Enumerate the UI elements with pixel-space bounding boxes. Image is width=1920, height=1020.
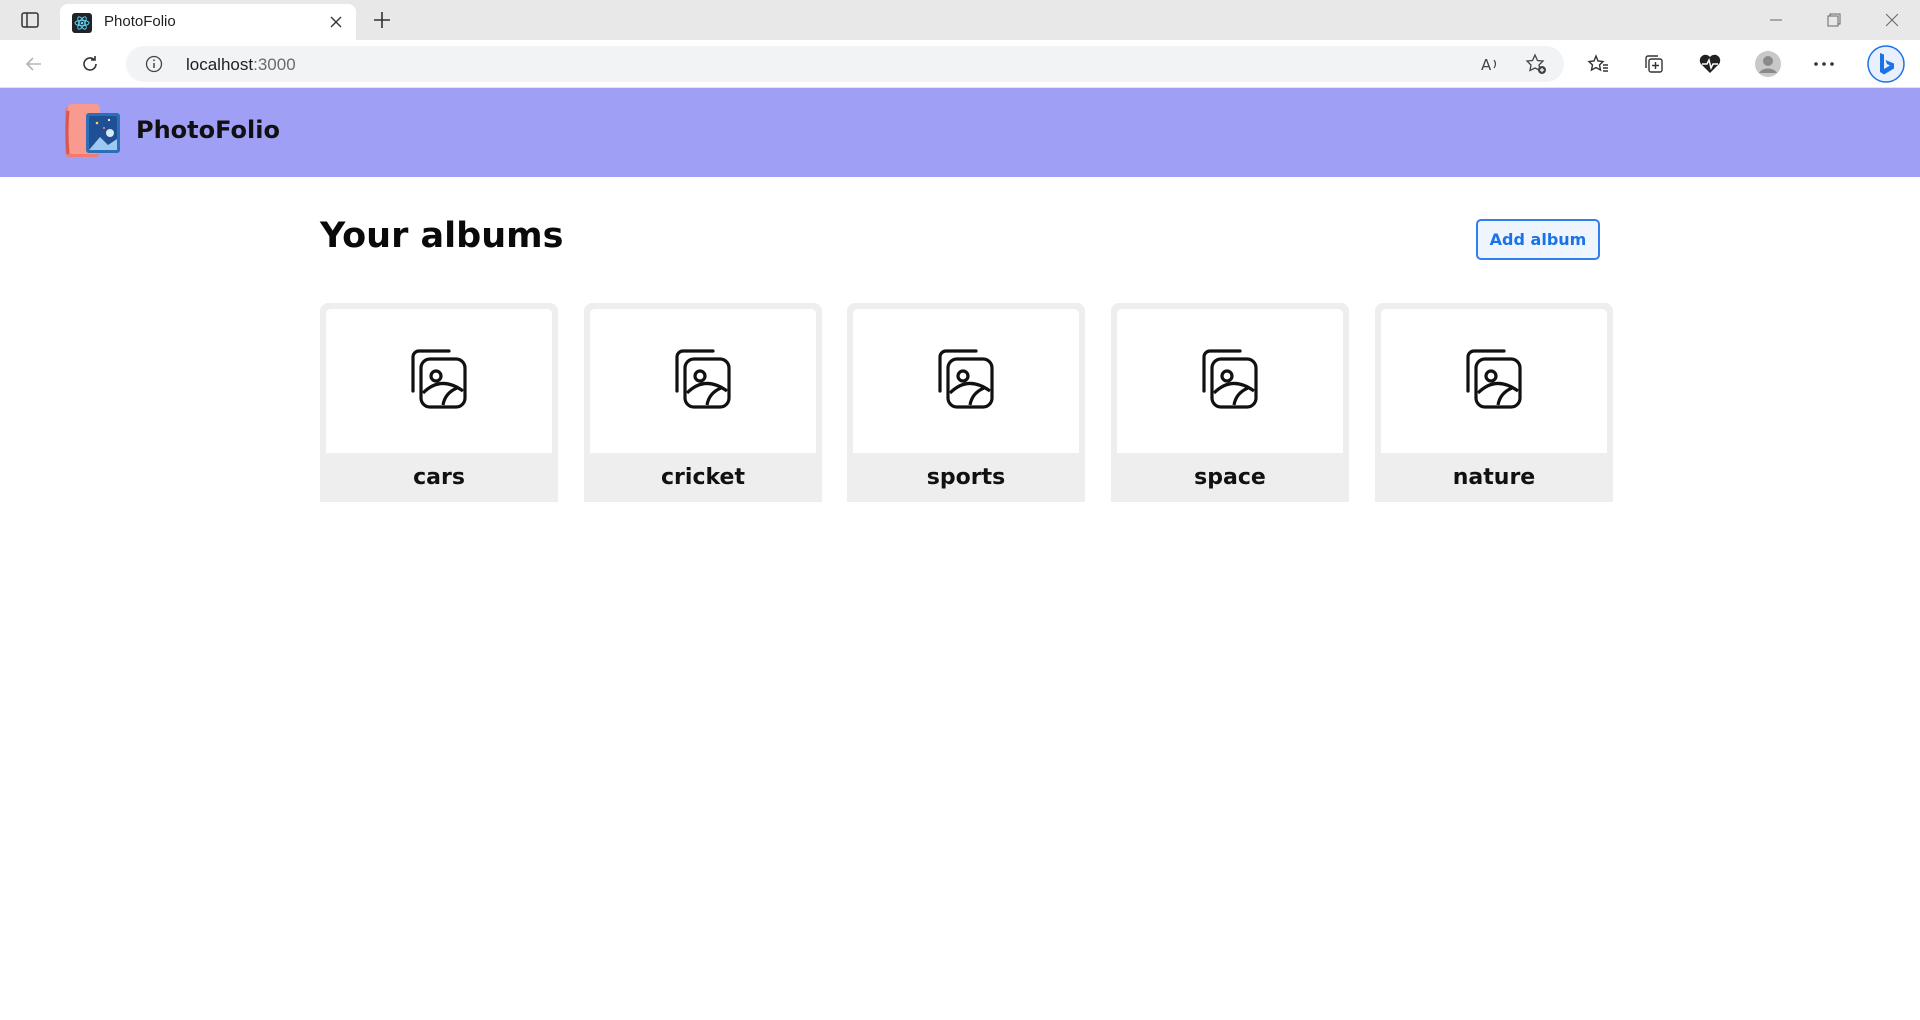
album-name: sports — [926, 465, 1006, 490]
url-host: localhost — [186, 55, 254, 74]
add-album-button[interactable]: Add album — [1476, 219, 1600, 260]
back-arrow-icon[interactable] — [18, 48, 50, 80]
album-thumbnail — [590, 309, 816, 453]
image-placeholder-icon — [1198, 347, 1262, 415]
image-placeholder-icon — [934, 347, 998, 415]
album-name: cricket — [661, 465, 745, 490]
profile-avatar-icon[interactable] — [1752, 48, 1784, 80]
image-placeholder-icon — [671, 347, 735, 415]
album-card[interactable]: cars — [320, 303, 558, 502]
browser-essentials-icon[interactable] — [1694, 48, 1726, 80]
album-card[interactable]: space — [1111, 303, 1349, 502]
tab-actions-icon[interactable] — [14, 8, 46, 32]
collections-icon[interactable] — [1638, 48, 1670, 80]
image-placeholder-icon — [407, 347, 471, 415]
album-grid: cars cricket sports space nature — [320, 303, 1613, 502]
album-thumbnail — [1117, 309, 1343, 453]
photofolio-logo-icon[interactable] — [62, 101, 124, 163]
close-tab-icon[interactable] — [326, 12, 346, 32]
album-thumbnail — [326, 309, 552, 453]
album-thumbnail — [1381, 309, 1607, 453]
browser-tab[interactable]: PhotoFolio — [60, 4, 356, 40]
album-name: nature — [1452, 465, 1536, 490]
brand-title[interactable]: PhotoFolio — [136, 116, 280, 144]
restore-icon[interactable] — [1814, 6, 1854, 34]
bing-copilot-icon[interactable] — [1866, 44, 1906, 84]
more-options-icon[interactable] — [1808, 48, 1840, 80]
album-name: cars — [413, 465, 465, 490]
album-thumbnail — [853, 309, 1079, 453]
url-port: :3000 — [253, 55, 296, 74]
react-icon — [72, 13, 92, 33]
album-card[interactable]: nature — [1375, 303, 1613, 502]
add-favorite-icon[interactable] — [1524, 52, 1548, 76]
read-aloud-icon[interactable]: A — [1478, 52, 1502, 76]
new-tab-icon[interactable] — [368, 6, 396, 34]
minimize-icon[interactable] — [1756, 6, 1796, 34]
image-placeholder-icon — [1462, 347, 1526, 415]
album-card[interactable]: sports — [847, 303, 1085, 502]
browser-toolbar: localhost:3000 A — [0, 40, 1920, 88]
url-text: localhost:3000 — [186, 55, 296, 75]
refresh-icon[interactable] — [74, 48, 106, 80]
close-window-icon[interactable] — [1872, 6, 1912, 34]
album-name: space — [1194, 465, 1266, 490]
page-title: Your albums — [320, 216, 564, 256]
app-header: PhotoFolio — [0, 88, 1920, 177]
site-info-icon[interactable] — [144, 54, 164, 74]
favorites-icon[interactable] — [1582, 48, 1614, 80]
address-bar[interactable]: localhost:3000 A — [126, 46, 1564, 82]
browser-tab-strip: PhotoFolio — [0, 0, 1920, 40]
album-card[interactable]: cricket — [584, 303, 822, 502]
tab-title: PhotoFolio — [104, 13, 176, 30]
svg-text:A: A — [1481, 56, 1492, 74]
